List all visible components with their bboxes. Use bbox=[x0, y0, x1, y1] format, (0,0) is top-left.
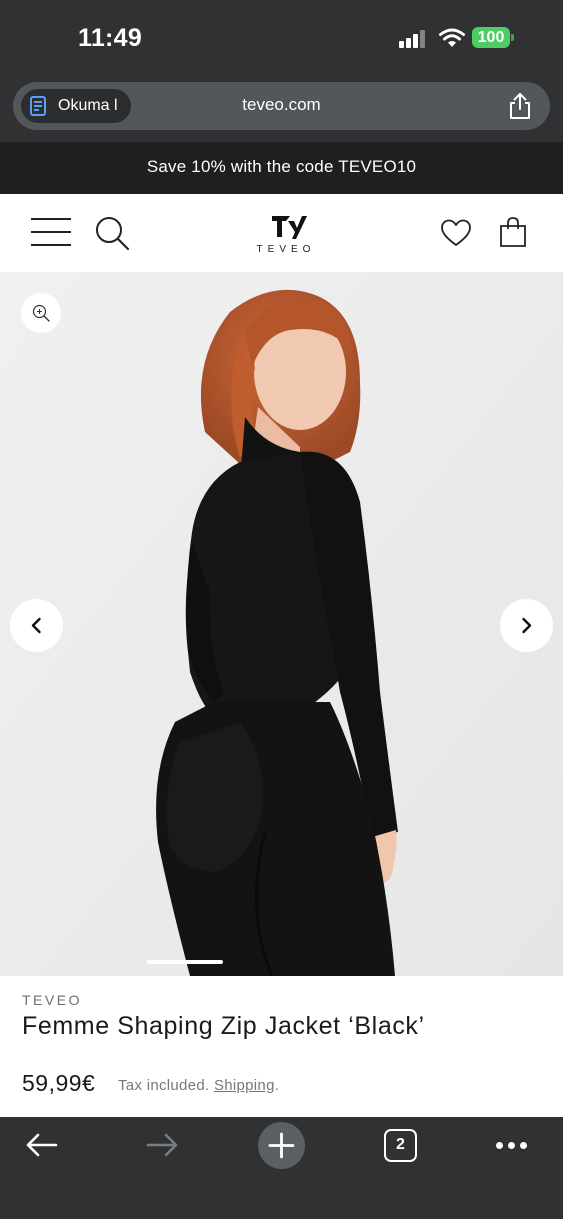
shipping-link[interactable]: Shipping bbox=[214, 1077, 275, 1094]
gallery-next-button[interactable] bbox=[500, 599, 553, 652]
status-time: 11:49 bbox=[78, 24, 143, 52]
gallery-prev-button[interactable] bbox=[10, 599, 63, 652]
plus-icon bbox=[268, 1132, 295, 1159]
product-price: 59,99€ bbox=[22, 1070, 96, 1096]
status-bar: 11:49 100 bbox=[0, 0, 563, 76]
new-tab-button[interactable] bbox=[258, 1122, 305, 1169]
browser-toolbar: 2 bbox=[0, 1117, 563, 1219]
product-photo bbox=[0, 272, 563, 976]
gallery-progress-indicator bbox=[147, 960, 223, 964]
product-gallery[interactable] bbox=[0, 272, 563, 976]
menu-icon[interactable] bbox=[31, 218, 71, 246]
battery-level: 100 bbox=[472, 27, 510, 48]
product-title: Femme Shaping Zip Jacket ‘Black’ bbox=[22, 1012, 425, 1040]
browser-address-area: Okuma l teveo.com bbox=[0, 76, 563, 142]
battery-indicator: 100 bbox=[472, 27, 514, 48]
share-icon[interactable] bbox=[507, 92, 533, 120]
tax-suffix: . bbox=[274, 1077, 280, 1094]
tabs-icon[interactable]: 2 bbox=[384, 1129, 417, 1162]
url-text[interactable]: teveo.com bbox=[13, 95, 550, 115]
site-logo[interactable]: TEVEO bbox=[246, 211, 326, 259]
back-arrow-icon[interactable] bbox=[24, 1131, 60, 1159]
forward-arrow-icon[interactable] bbox=[144, 1131, 180, 1159]
promo-banner[interactable]: Save 10% with the code TEVEO10 bbox=[0, 142, 563, 194]
tax-included-text: Tax included. bbox=[118, 1077, 210, 1094]
wifi-icon bbox=[439, 28, 465, 47]
logo-wordmark: TEVEO bbox=[256, 244, 316, 255]
bag-icon[interactable] bbox=[499, 216, 527, 248]
search-icon[interactable] bbox=[94, 215, 130, 251]
zoom-button[interactable] bbox=[21, 293, 61, 333]
site-header: TEVEO bbox=[0, 194, 563, 272]
zoom-in-icon bbox=[32, 304, 50, 322]
product-info: TEVEO Femme Shaping Zip Jacket ‘Black’ 5… bbox=[0, 976, 563, 1117]
address-bar[interactable]: Okuma l teveo.com bbox=[13, 82, 550, 130]
logo-mark-icon bbox=[272, 216, 307, 239]
chevron-left-icon bbox=[31, 617, 41, 634]
chevron-right-icon bbox=[522, 617, 532, 634]
more-icon[interactable] bbox=[494, 1142, 530, 1150]
product-vendor: TEVEO bbox=[22, 992, 82, 1008]
heart-icon[interactable] bbox=[440, 218, 472, 248]
tax-note: Tax included. Shipping. bbox=[118, 1077, 279, 1094]
cellular-signal-icon bbox=[399, 30, 429, 48]
